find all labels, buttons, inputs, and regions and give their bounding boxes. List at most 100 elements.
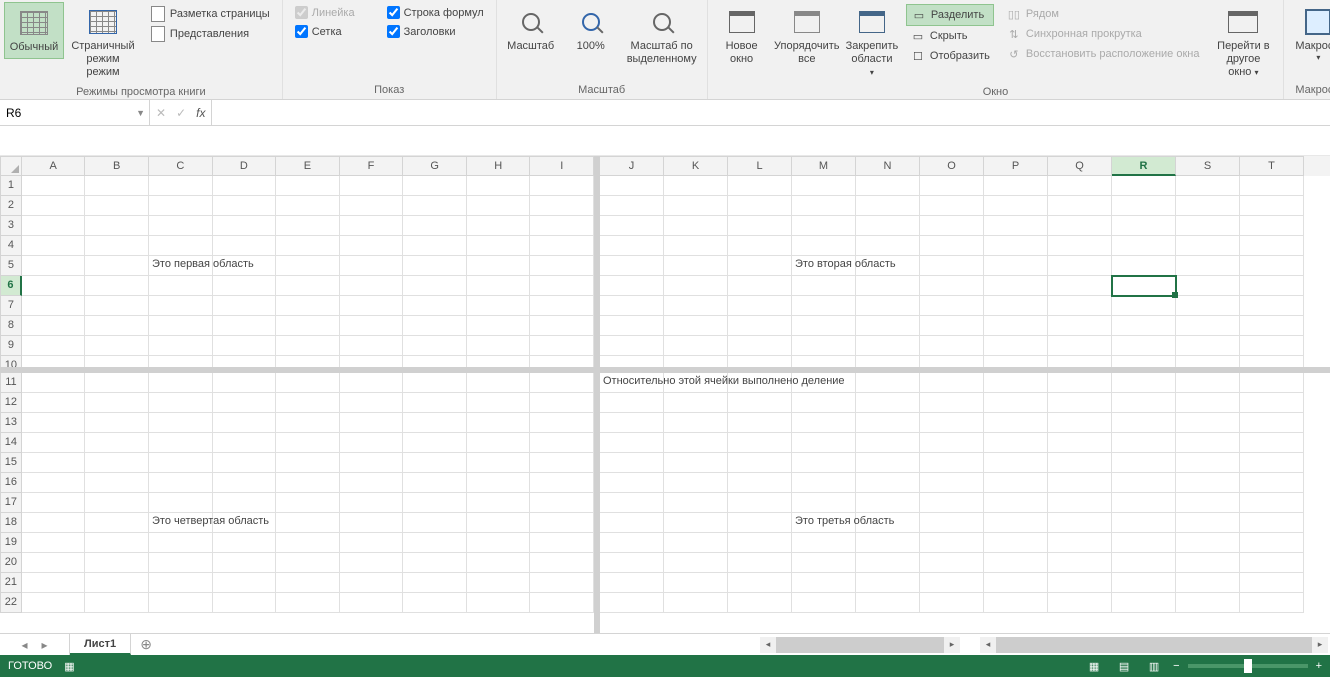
cell-N14[interactable] <box>856 433 920 453</box>
cell-L2[interactable] <box>728 196 792 216</box>
cell-J18[interactable] <box>600 513 664 533</box>
cell-K21[interactable] <box>664 573 728 593</box>
cell-C6[interactable] <box>149 276 213 296</box>
cell-T2[interactable] <box>1240 196 1304 216</box>
col-header-G[interactable]: G <box>403 156 467 176</box>
cell-P15[interactable] <box>984 453 1048 473</box>
cell-I9[interactable] <box>530 336 594 356</box>
cell-I10[interactable] <box>530 356 594 367</box>
cell-S2[interactable] <box>1176 196 1240 216</box>
cell-D14[interactable] <box>213 433 277 453</box>
cell-I7[interactable] <box>530 296 594 316</box>
cell-D20[interactable] <box>213 553 277 573</box>
cell-L19[interactable] <box>728 533 792 553</box>
cell-I19[interactable] <box>530 533 594 553</box>
cell-T22[interactable] <box>1240 593 1304 613</box>
cell-R21[interactable] <box>1112 573 1176 593</box>
cell-L10[interactable] <box>728 356 792 367</box>
cell-H18[interactable] <box>467 513 531 533</box>
cell-G16[interactable] <box>403 473 467 493</box>
cell-L21[interactable] <box>728 573 792 593</box>
cell-S4[interactable] <box>1176 236 1240 256</box>
cell-B17[interactable] <box>85 493 149 513</box>
cell-H6[interactable] <box>467 276 531 296</box>
cell-I5[interactable] <box>530 256 594 276</box>
cell-T13[interactable] <box>1240 413 1304 433</box>
cell-T8[interactable] <box>1240 316 1304 336</box>
cell-M5[interactable]: Это вторая область <box>792 256 856 276</box>
cell-D22[interactable] <box>213 593 277 613</box>
cell-I17[interactable] <box>530 493 594 513</box>
cell-O1[interactable] <box>920 176 984 196</box>
page-layout-button[interactable]: Разметка страницы <box>146 4 274 24</box>
cell-J1[interactable] <box>600 176 664 196</box>
side-by-side-button[interactable]: ▯▯ Рядом <box>1002 4 1204 24</box>
cell-C22[interactable] <box>149 593 213 613</box>
col-header-S[interactable]: S <box>1176 156 1240 176</box>
cell-D2[interactable] <box>213 196 277 216</box>
cell-D16[interactable] <box>213 473 277 493</box>
cell-I11[interactable] <box>530 373 594 393</box>
cell-J7[interactable] <box>600 296 664 316</box>
col-header-Q[interactable]: Q <box>1048 156 1112 176</box>
cell-S13[interactable] <box>1176 413 1240 433</box>
cell-B12[interactable] <box>85 393 149 413</box>
cell-G2[interactable] <box>403 196 467 216</box>
cell-F15[interactable] <box>340 453 404 473</box>
cell-A17[interactable] <box>22 493 86 513</box>
cell-E11[interactable] <box>276 373 340 393</box>
cell-J20[interactable] <box>600 553 664 573</box>
view-page-layout-icon[interactable]: ▤ <box>1113 657 1135 675</box>
cell-C1[interactable] <box>149 176 213 196</box>
pane-bottom-left[interactable]: 1112131415161718Это четвертая область192… <box>0 373 594 633</box>
cell-E21[interactable] <box>276 573 340 593</box>
cell-L22[interactable] <box>728 593 792 613</box>
cell-J22[interactable] <box>600 593 664 613</box>
cell-H20[interactable] <box>467 553 531 573</box>
cell-E3[interactable] <box>276 216 340 236</box>
cell-Q8[interactable] <box>1048 316 1112 336</box>
cell-P10[interactable] <box>984 356 1048 367</box>
cell-A7[interactable] <box>22 296 86 316</box>
cell-G6[interactable] <box>403 276 467 296</box>
cell-T9[interactable] <box>1240 336 1304 356</box>
cell-S10[interactable] <box>1176 356 1240 367</box>
cell-H11[interactable] <box>467 373 531 393</box>
cell-P22[interactable] <box>984 593 1048 613</box>
cell-O17[interactable] <box>920 493 984 513</box>
cell-N19[interactable] <box>856 533 920 553</box>
cell-G8[interactable] <box>403 316 467 336</box>
cell-B15[interactable] <box>85 453 149 473</box>
cell-E6[interactable] <box>276 276 340 296</box>
split-button[interactable]: ▭ Разделить <box>906 4 994 26</box>
cell-F8[interactable] <box>340 316 404 336</box>
cell-D15[interactable] <box>213 453 277 473</box>
cell-F4[interactable] <box>340 236 404 256</box>
cell-S5[interactable] <box>1176 256 1240 276</box>
cell-F5[interactable] <box>340 256 404 276</box>
cell-B8[interactable] <box>85 316 149 336</box>
row-header-20[interactable]: 20 <box>0 553 22 573</box>
cell-I18[interactable] <box>530 513 594 533</box>
cell-A11[interactable] <box>22 373 86 393</box>
cell-L17[interactable] <box>728 493 792 513</box>
cell-C15[interactable] <box>149 453 213 473</box>
cell-K12[interactable] <box>664 393 728 413</box>
cell-G10[interactable] <box>403 356 467 367</box>
cell-F14[interactable] <box>340 433 404 453</box>
cell-E12[interactable] <box>276 393 340 413</box>
cell-G1[interactable] <box>403 176 467 196</box>
formula-cancel-icon[interactable]: ✕ <box>156 106 166 120</box>
cell-N16[interactable] <box>856 473 920 493</box>
cell-J19[interactable] <box>600 533 664 553</box>
cell-B16[interactable] <box>85 473 149 493</box>
cell-M16[interactable] <box>792 473 856 493</box>
cell-S18[interactable] <box>1176 513 1240 533</box>
col-header-H[interactable]: H <box>467 156 531 176</box>
cell-S9[interactable] <box>1176 336 1240 356</box>
cell-P9[interactable] <box>984 336 1048 356</box>
new-window-button[interactable]: Новое окно <box>712 2 772 70</box>
scroll-left-icon-2[interactable]: ◂ <box>980 637 996 653</box>
cell-R7[interactable] <box>1112 296 1176 316</box>
name-box-dropdown-icon[interactable]: ▼ <box>136 108 145 118</box>
